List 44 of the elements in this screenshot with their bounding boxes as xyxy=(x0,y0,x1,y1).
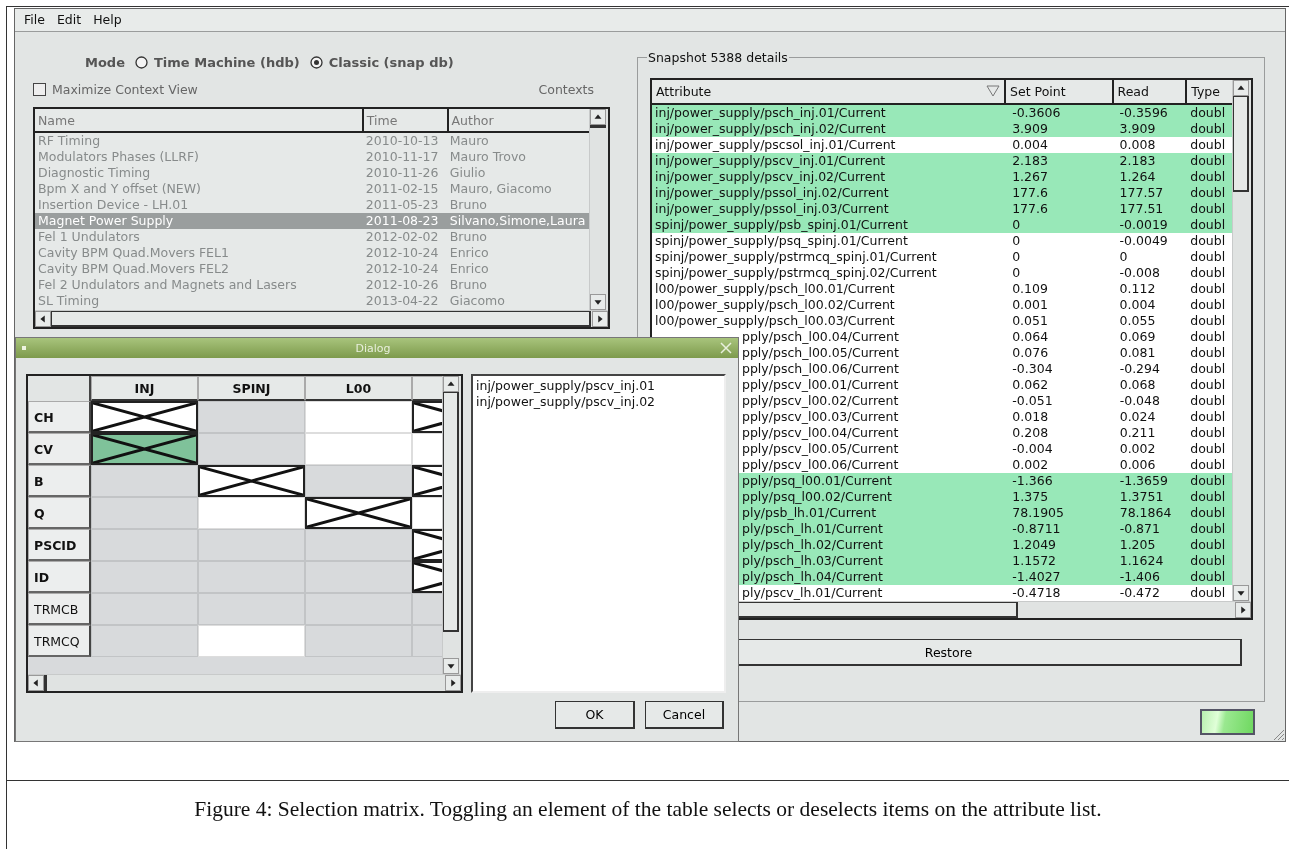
column-header[interactable]: L00 xyxy=(305,376,412,401)
table-row[interactable]: l00/power_supply/psch_l00.02/Current 0.001 0.004 doubl xyxy=(652,297,1232,313)
table-row[interactable]: inj/power_supply/pscv_inj.01/Current 2.183 2.183 doubl xyxy=(652,153,1232,169)
table-row[interactable]: spinj/power_supply/psb_spinj.01/Current 0 -0.0019 doubl xyxy=(652,217,1232,233)
table-row[interactable]: l00/power_supply/psch_l00.03/Current 0.051 0.055 doubl xyxy=(652,313,1232,329)
row-header[interactable]: TRMCQ xyxy=(28,625,91,657)
column-header[interactable]: Set Point xyxy=(1006,80,1114,103)
column-header[interactable]: Attribute xyxy=(652,80,1007,103)
window-title: Dialog xyxy=(355,341,391,355)
menu-item[interactable]: Edit xyxy=(51,9,87,31)
radio-button[interactable]: Classic (snap db) xyxy=(309,54,454,70)
group-title: Snapshot 5388 details xyxy=(647,50,789,65)
table-row[interactable]: spinj/power_supply/pstrmcq_spinj.01/Current 0 0 doubl xyxy=(652,249,1232,265)
section-label: Contexts xyxy=(538,81,595,97)
table-row[interactable]: inj/power_supply/pssol_inj.02/Current 177.6 177.57 doubl xyxy=(652,185,1232,201)
table-row[interactable]: inj/power_supply/pssol_inj.03/Current 177.6 177.51 doubl xyxy=(652,201,1232,217)
table-row[interactable]: inj/power_supply/psch_inj.02/Current 3.909 3.909 doubl xyxy=(652,121,1232,137)
list-item[interactable]: inj/power_supply/pscv_inj.02 xyxy=(476,394,656,410)
row-header[interactable]: Q xyxy=(28,497,91,529)
row-header[interactable]: CH xyxy=(28,401,91,433)
list-item[interactable]: inj/power_supply/pscv_inj.01 xyxy=(476,378,656,394)
radio-button[interactable]: Time Machine (hdb) xyxy=(135,54,300,70)
table-row[interactable]: spinj/power_supply/psq_spinj.01/Current 0 -0.0049 doubl xyxy=(652,233,1232,249)
figure-caption: Figure 4: Selection matrix. Toggling an element of the table selects or deselects items on the attribute list. xyxy=(193,797,1103,822)
cancel-button[interactable]: Cancel xyxy=(645,701,724,729)
table-row[interactable]: spinj/power_supply/pstrmcq_spinj.02/Current 0 -0.008 doubl xyxy=(652,265,1232,281)
column-header[interactable]: INJ xyxy=(91,376,198,401)
ok-button[interactable]: OK xyxy=(555,701,635,729)
column-header[interactable]: Read xyxy=(1113,80,1188,103)
mode-label: Mode xyxy=(85,54,125,70)
table-row[interactable]: l00/power_supply/psch_l00.01/Current 0.109 0.112 doubl xyxy=(652,281,1232,297)
table-row[interactable]: inj/power_supply/pscsol_inj.01/Current 0.004 0.008 doubl xyxy=(652,137,1232,153)
row-header[interactable]: PSCID xyxy=(28,529,91,561)
menu-item[interactable]: Help xyxy=(88,9,127,31)
column-header[interactable]: Type xyxy=(1187,80,1232,103)
row-header[interactable]: TRMCB xyxy=(28,593,91,625)
menu-item[interactable]: File xyxy=(19,9,50,31)
table-row[interactable]: inj/power_supply/pscv_inj.02/Current 1.267 1.264 doubl xyxy=(652,169,1232,185)
column-header[interactable]: SPINJ xyxy=(198,376,305,401)
row-header[interactable]: B xyxy=(28,465,91,497)
checkbox[interactable]: Maximize Context View xyxy=(33,81,198,97)
row-header[interactable]: CV xyxy=(28,433,91,465)
table-row[interactable]: inj/power_supply/psch_inj.01/Current -0.3606 -0.3596 doubl xyxy=(652,105,1232,121)
row-header[interactable]: ID xyxy=(28,561,91,593)
